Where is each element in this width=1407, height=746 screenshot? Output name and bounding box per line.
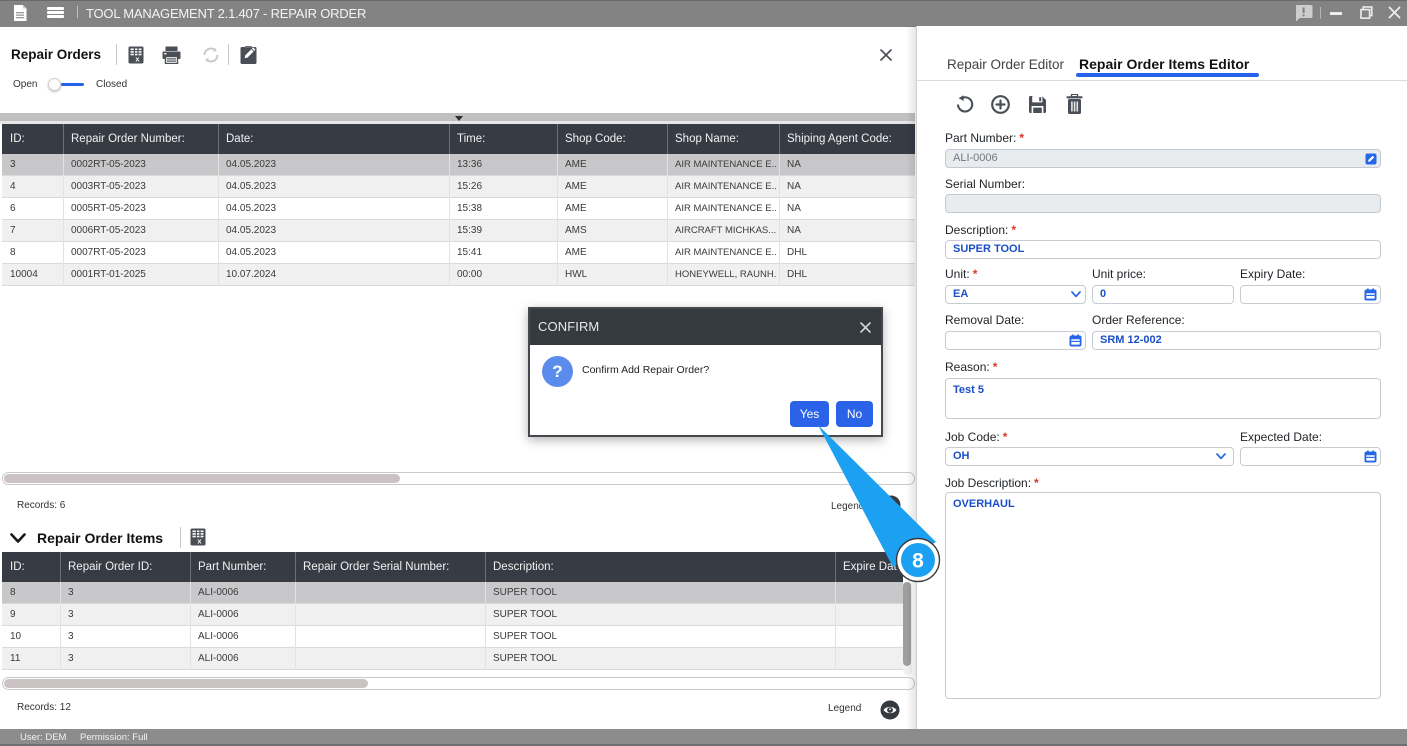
svg-text:8: 8	[912, 550, 924, 573]
